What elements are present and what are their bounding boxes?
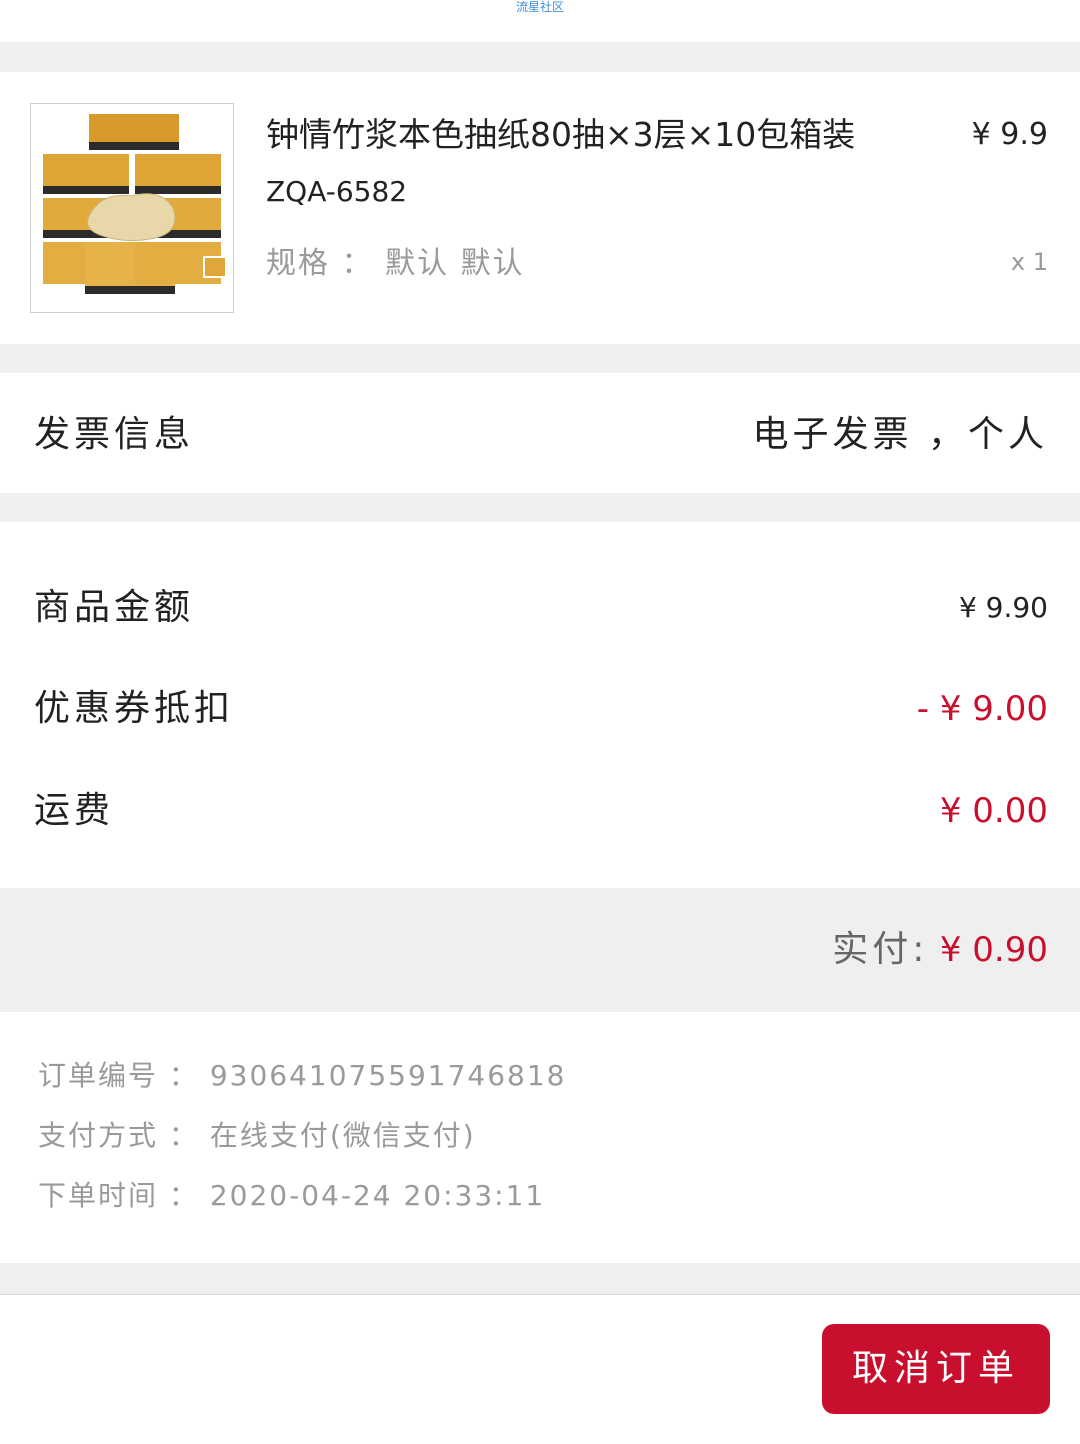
pay-method-value: 在线支付(微信支付) [209, 1119, 476, 1152]
spec-value: 默认 默认 [385, 246, 525, 281]
spec-label: 规格 [266, 246, 330, 281]
pay-method-label: 支付方式 [38, 1119, 159, 1152]
product-title[interactable]: 钟情竹浆本色抽纸80抽×3层×10包箱装 [266, 112, 926, 158]
goods-amount-value: ¥ 9.90 [958, 591, 1048, 624]
order-number-value: 930641075591746818 [209, 1059, 567, 1092]
coupon-label: 优惠券抵扣 [34, 688, 235, 729]
paid-label: 实付: [832, 929, 929, 970]
order-number-line: 订单编号 ： 930641075591746818 [38, 1059, 567, 1092]
tissue-box-illustration [43, 114, 227, 294]
pay-method-line: 支付方式 ： 在线支付(微信支付) [38, 1119, 476, 1152]
cancel-order-button[interactable]: 取消订单 [822, 1324, 1050, 1414]
order-number-label: 订单编号 [38, 1059, 159, 1092]
order-time-label: 下单时间 [38, 1179, 159, 1212]
invoice-value: 电子发票 ，个人 [752, 414, 1048, 455]
goods-amount-label: 商品金额 [34, 587, 195, 628]
product-image [30, 103, 234, 313]
product-price: ¥ 9.9 [971, 117, 1048, 152]
order-time-value: 2020-04-24 20:33:11 [209, 1179, 546, 1212]
coupon-value: - ¥ 9.00 [916, 689, 1048, 729]
order-time-line: 下单时间 ： 2020-04-24 20:33:11 [38, 1179, 546, 1212]
shipping-label: 运费 [34, 790, 115, 831]
paid-value: ¥ 0.90 [939, 930, 1048, 970]
product-spec: 规格 ： 默认 默认 [266, 246, 525, 281]
invoice-label: 发票信息 [34, 414, 195, 455]
shipping-value: ¥ 0.00 [939, 791, 1048, 831]
product-code: ZQA-6582 [266, 175, 408, 208]
product-quantity: x 1 [1010, 248, 1048, 276]
paid-row: 实付: ¥ 0.90 [832, 926, 1048, 974]
community-link[interactable]: 流星社区 [0, 0, 1080, 14]
